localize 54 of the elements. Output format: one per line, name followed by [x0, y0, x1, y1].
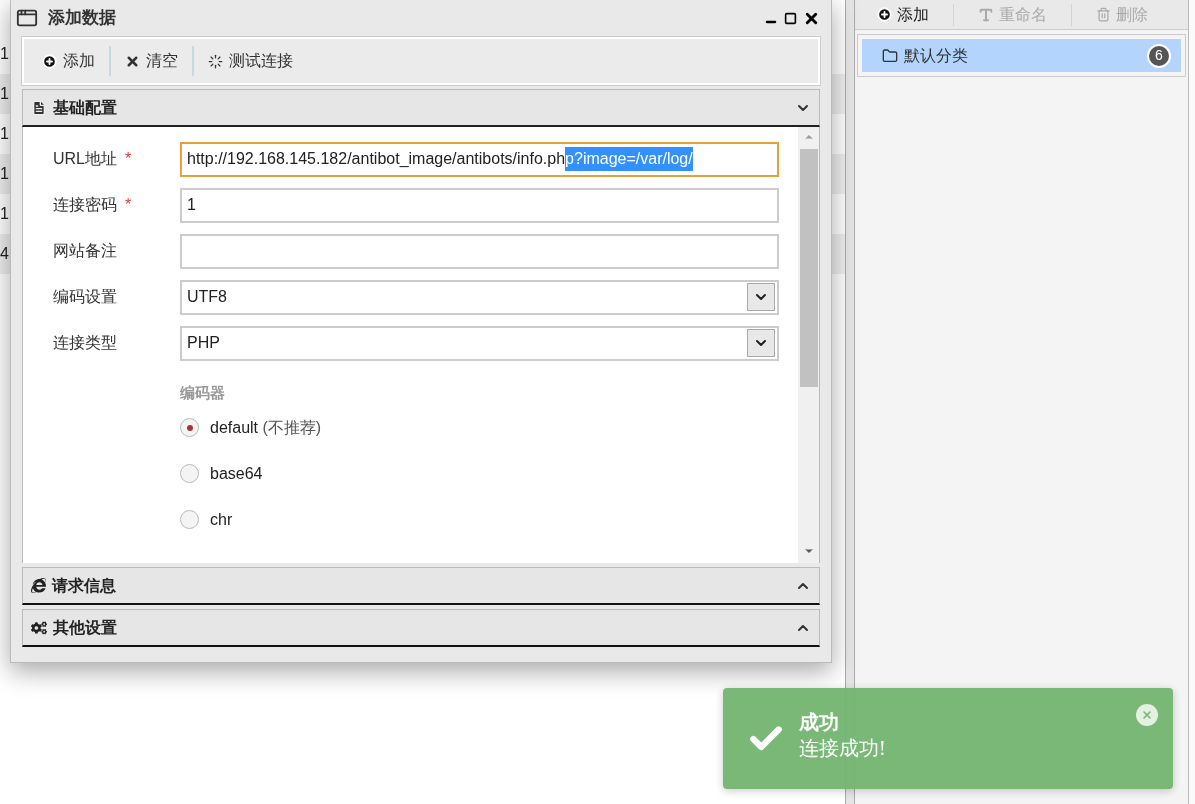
table-cell-text: 1 [0, 44, 9, 64]
add-icon [877, 7, 892, 22]
radio-button[interactable] [180, 510, 199, 529]
table-cell-text: 1 [0, 84, 9, 104]
table-cell-text: 4 [0, 244, 9, 264]
toolbar-button[interactable]: 测试连接 [202, 49, 299, 73]
select-field[interactable]: PHP [180, 325, 779, 361]
radio-label: chr [210, 509, 233, 530]
select-field[interactable]: UTF8 [180, 279, 779, 315]
field-label: URL地址 [53, 149, 117, 169]
close-icon [1141, 709, 1153, 721]
document-icon [31, 99, 47, 116]
table-cell-text: 1 [0, 164, 9, 184]
required-mark: * [125, 195, 132, 215]
category-item[interactable]: 默认分类 6 [862, 39, 1181, 72]
toolbar-button[interactable]: 清空 [119, 49, 184, 73]
radio-button[interactable] [180, 464, 199, 483]
maximize-icon[interactable] [784, 11, 797, 25]
table-cell-text: 1 [0, 124, 9, 144]
text-field[interactable] [180, 233, 779, 269]
section-header[interactable]: 其他设置 [22, 609, 820, 647]
section-title: 请求信息 [52, 575, 117, 596]
toolbar-button[interactable]: 添加 [36, 49, 101, 73]
toolbar-button[interactable]: 添加 [861, 2, 945, 27]
window-title: 添加数据 [48, 7, 117, 30]
toast-title: 成功 [799, 709, 840, 735]
close-icon [125, 53, 140, 69]
section-header[interactable]: 基础配置 [22, 89, 820, 127]
field-label: 连接类型 [53, 333, 117, 353]
radio-label: default (不推荐) [210, 417, 322, 438]
field-label: 连接密码 [53, 195, 117, 215]
section-title: 基础配置 [53, 97, 118, 118]
radio-button[interactable] [180, 418, 199, 437]
count-badge: 6 [1147, 43, 1171, 68]
text-field[interactable]: 1 [180, 187, 779, 223]
toast-message: 连接成功! [799, 735, 886, 761]
section-header[interactable]: 请求信息 [22, 567, 820, 605]
required-mark: * [125, 149, 132, 169]
add-icon [42, 53, 57, 69]
letter-icon [978, 6, 994, 23]
gears-icon [31, 619, 47, 636]
spinner-icon [208, 53, 223, 69]
scrollbar[interactable] [798, 127, 819, 563]
e-logo-icon [31, 578, 46, 593]
folder-icon [882, 47, 898, 64]
text-field[interactable]: http://192.168.145.182/antibot_image/antibots/info.php?image=/var/log/ [180, 141, 779, 177]
field-label: 编码设置 [53, 287, 117, 307]
trash-icon [1096, 7, 1111, 22]
section-title: 其他设置 [53, 617, 118, 638]
window-icon [16, 7, 38, 29]
table-cell-text: 1 [0, 204, 9, 224]
radio-label: base64 [210, 463, 263, 484]
encoder-heading: 编码器 [180, 384, 226, 403]
field-label: 网站备注 [53, 241, 117, 261]
